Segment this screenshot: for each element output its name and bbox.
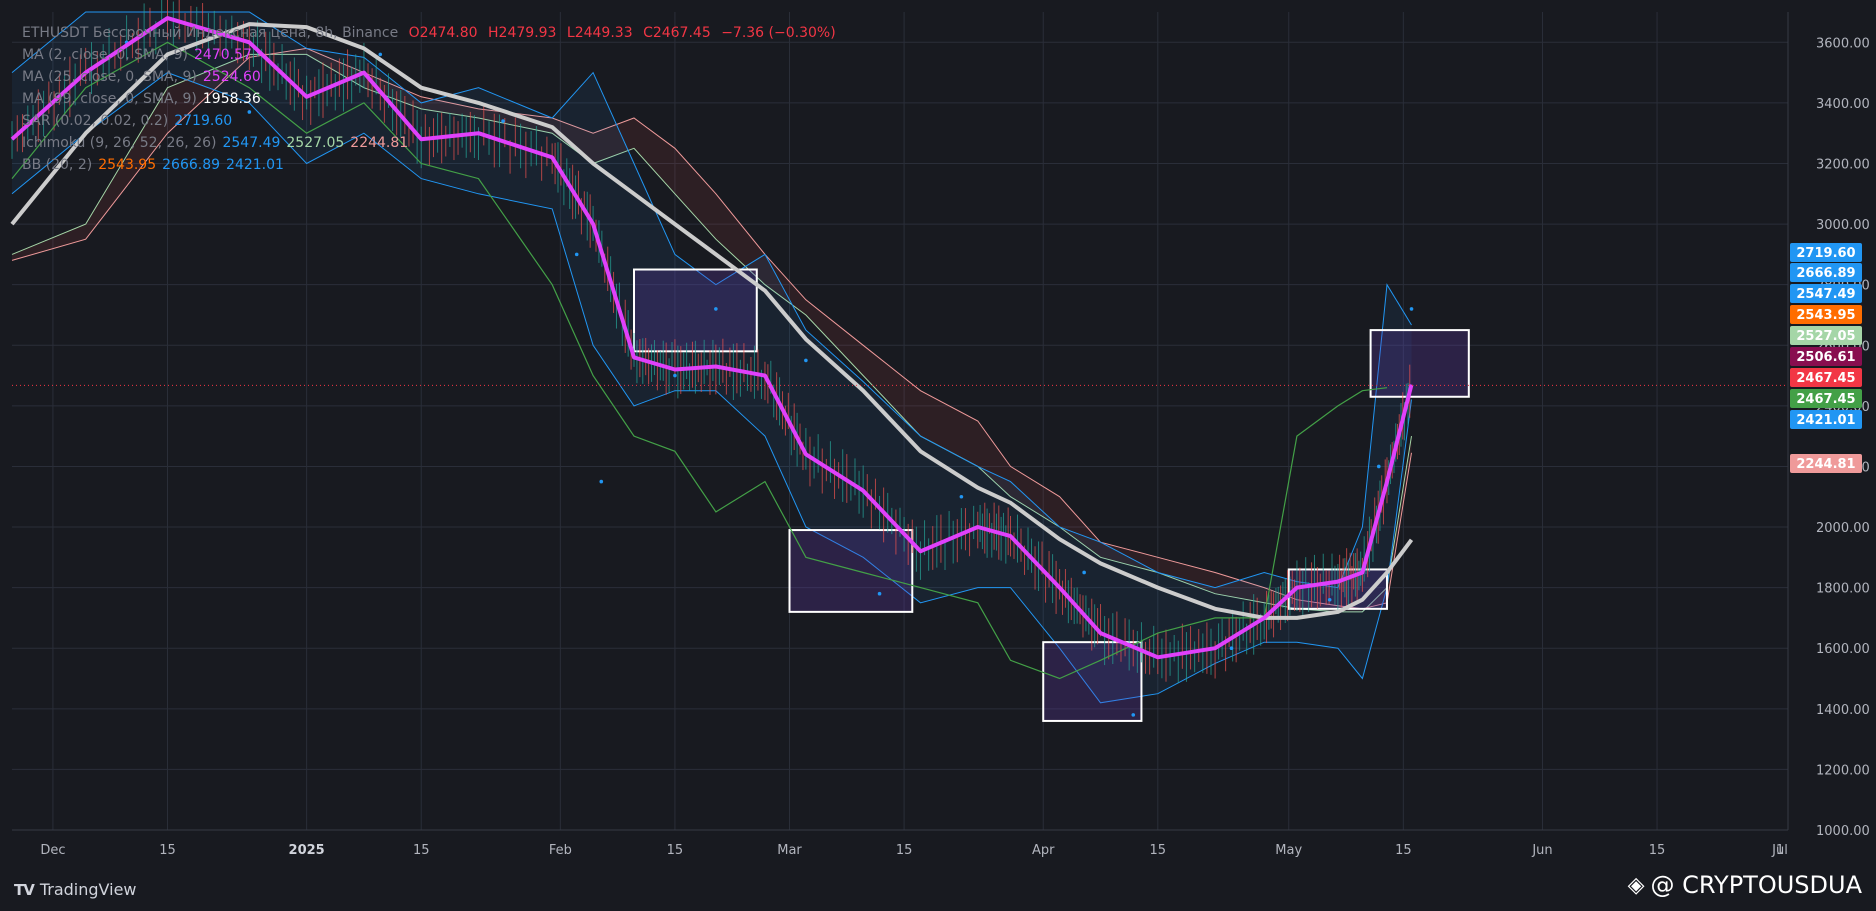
symbol-row[interactable]: ETHUSDT Бессрочный Индексная цена, 8h, B…: [22, 22, 836, 44]
indicator-row[interactable]: MA (2, close, 0, SMA, 9) 2470.57: [22, 44, 836, 66]
watermark: ◈ @ CRYPTOUSDUA: [1628, 871, 1862, 899]
sar-dot: [574, 252, 579, 257]
ohlc-high: H2479.93: [488, 25, 557, 41]
price-label-text: 2467.45: [1796, 392, 1855, 407]
indicator-value: 2421.01: [226, 157, 284, 173]
sar-dot: [877, 591, 882, 596]
ohlc-change: −7.36 (−0.30%): [721, 25, 836, 41]
price-label-text: 2527.05: [1796, 329, 1855, 344]
sar-dot: [1131, 713, 1136, 717]
sar-dot: [673, 373, 677, 378]
ohlc-open: O2474.80: [408, 25, 478, 41]
y-tick-label: 3600.00: [1816, 36, 1870, 51]
x-tick-label: May: [1275, 843, 1302, 858]
y-tick-label: 3200.00: [1816, 157, 1870, 172]
y-tick-label: 1800.00: [1816, 582, 1870, 597]
sar-dot: [1409, 307, 1414, 311]
price-label-text: 2547.49: [1796, 287, 1855, 302]
indicator-row[interactable]: MA (99, close, 0, SMA, 9) 1958.36: [22, 88, 836, 110]
indicator-value: 1958.36: [202, 91, 261, 107]
x-tick-label: 15: [1649, 843, 1666, 858]
y-tick-label: 3400.00: [1816, 97, 1870, 112]
zone-box: [788, 529, 914, 613]
indicator-label: BB (20, 2): [22, 157, 93, 173]
indicator-label: MA (25, close, 0, SMA, 9): [22, 69, 197, 85]
price-label-text: 2467.45: [1796, 371, 1855, 386]
x-tick-label: 15: [1150, 843, 1167, 858]
indicator-row[interactable]: Ichimoku (9, 26, 52, 26, 26) 2547.49 2527.…: [22, 132, 836, 154]
y-tick-label: 1400.00: [1816, 703, 1870, 718]
x-tick-label: 15: [1395, 843, 1412, 858]
sar-dot: [1327, 597, 1332, 602]
watermark-text: @ CRYPTOUSDUA: [1650, 871, 1862, 899]
sar-dot: [1229, 646, 1234, 651]
indicator-label: MA (2, close, 0, SMA, 9): [22, 47, 188, 63]
x-tick-label: 15: [413, 843, 430, 858]
x-tick-label: Mar: [777, 843, 802, 858]
binance-icon: ◈: [1627, 872, 1645, 898]
x-tick-label: Jun: [1531, 843, 1552, 858]
indicator-label: SAR (0.02, 0.02, 0.2): [22, 113, 169, 129]
indicator-label: Ichimoku (9, 26, 52, 26, 26): [22, 135, 217, 151]
indicator-value: 2547.49: [222, 135, 281, 151]
tradingview-logo[interactable]: TV TradingView: [14, 880, 137, 899]
indicator-label: MA (99, close, 0, SMA, 9): [22, 91, 197, 107]
indicator-row[interactable]: MA (25, close, 0, SMA, 9) 2524.60: [22, 66, 836, 88]
x-tick-label: 15: [667, 843, 684, 858]
ohlc-low: L2449.33: [566, 25, 633, 41]
price-label-text: 2719.60: [1796, 246, 1855, 261]
y-tick-label: 1000.00: [1816, 824, 1870, 839]
indicator-legend: ETHUSDT Бессрочный Индексная цена, 8h, B…: [22, 22, 836, 176]
y-tick-label: 3000.00: [1816, 218, 1870, 233]
x-tick-label: 1: [1776, 843, 1784, 858]
x-tick-label: 2025: [289, 843, 325, 858]
ohlc-close: C2467.45: [643, 25, 711, 41]
sar-dot: [804, 358, 808, 363]
price-label-text: 2244.81: [1796, 457, 1855, 472]
zone-box: [1042, 641, 1143, 722]
x-tick-label: Apr: [1032, 843, 1055, 858]
indicator-value: 2719.60: [174, 113, 233, 129]
tradingview-mark-icon: TV: [14, 880, 35, 899]
zone-box: [633, 268, 758, 353]
indicator-value: 2524.60: [202, 69, 261, 85]
footer-bar: [0, 873, 1876, 911]
sar-dot: [1376, 464, 1381, 469]
price-label-text: 2666.89: [1796, 266, 1855, 281]
x-tick-label: Dec: [40, 843, 65, 858]
indicator-value: 2244.81: [350, 135, 409, 151]
sar-dot: [1082, 570, 1086, 575]
tradingview-brand: TradingView: [39, 880, 137, 899]
indicator-value: 2666.89: [162, 157, 221, 173]
indicator-row[interactable]: BB (20, 2) 2543.95 2666.89 2421.01: [22, 154, 836, 176]
y-tick-label: 2000.00: [1816, 521, 1870, 536]
indicator-value: 2543.95: [98, 157, 157, 173]
y-tick-label: 1200.00: [1816, 763, 1870, 778]
y-tick-label: 1600.00: [1816, 642, 1870, 657]
price-label-text: 2506.61: [1796, 350, 1855, 365]
sar-dot: [714, 307, 718, 311]
indicator-value: 2470.57: [193, 47, 252, 63]
price-label-text: 2421.01: [1796, 413, 1855, 428]
zone-box: [1369, 329, 1470, 398]
sar-dot: [599, 479, 604, 484]
symbol-title: ETHUSDT Бессрочный Индексная цена, 8h, B…: [22, 25, 399, 41]
price-label-text: 2543.95: [1796, 308, 1855, 323]
x-tick-label: 15: [159, 843, 176, 858]
indicator-value: 2527.05: [286, 135, 345, 151]
indicator-row[interactable]: SAR (0.02, 0.02, 0.2) 2719.60: [22, 110, 836, 132]
x-tick-label: 15: [896, 843, 913, 858]
sar-dot: [959, 494, 964, 499]
x-tick-label: Feb: [549, 843, 572, 858]
